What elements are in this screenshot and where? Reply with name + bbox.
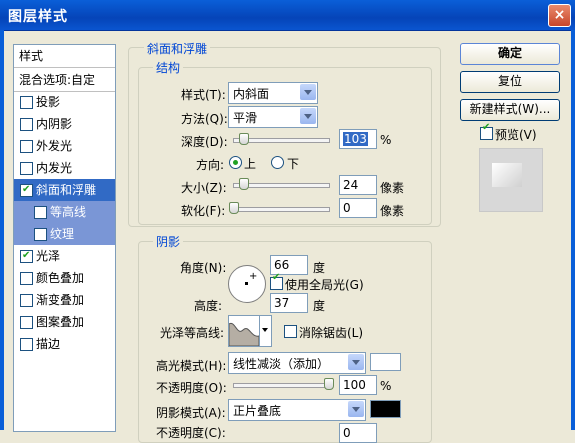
method-label: 方法(Q): xyxy=(181,112,228,126)
highlight-mode-label: 高光模式(H): xyxy=(156,359,227,373)
soften-unit: 像素 xyxy=(380,204,405,218)
shadow-mode-select[interactable]: 正片叠底 xyxy=(228,399,366,421)
new-style-button[interactable]: 新建样式(W)... xyxy=(460,99,560,121)
window-title: 图层样式 xyxy=(8,9,68,25)
list-item-inner-glow[interactable]: 内发光 xyxy=(14,157,115,179)
direction-down-radio[interactable] xyxy=(271,156,284,169)
size-input[interactable]: 24 xyxy=(339,175,377,195)
opacity1-unit: % xyxy=(380,379,392,393)
angle-label: 角度(N): xyxy=(180,261,227,275)
list-item-drop-shadow[interactable]: 投影 xyxy=(14,91,115,113)
texture-checkbox[interactable] xyxy=(34,228,47,241)
size-unit: 像素 xyxy=(380,181,405,195)
altitude-unit: 度 xyxy=(313,299,326,313)
pattern-overlay-checkbox[interactable] xyxy=(20,316,33,329)
inner-shadow-checkbox[interactable] xyxy=(20,118,33,131)
global-light-checkbox[interactable] xyxy=(270,272,283,290)
dial-center xyxy=(245,282,248,285)
highlight-mode-select[interactable]: 线性减淡（添加） xyxy=(228,352,366,374)
window-border-right xyxy=(571,30,575,430)
stroke-checkbox[interactable] xyxy=(20,338,33,351)
color-overlay-checkbox[interactable] xyxy=(20,272,33,285)
outer-glow-checkbox[interactable] xyxy=(20,140,33,153)
soften-slider-thumb[interactable] xyxy=(229,202,239,214)
gloss-contour-dropdown[interactable] xyxy=(259,315,272,347)
chevron-down-icon xyxy=(300,108,316,124)
depth-unit: % xyxy=(380,133,392,147)
list-item-gradient-overlay[interactable]: 渐变叠加 xyxy=(14,289,115,311)
dial-crosshair-icon: + xyxy=(249,271,258,282)
chevron-down-icon xyxy=(262,328,268,332)
angle-unit: 度 xyxy=(313,261,326,275)
depth-slider-thumb[interactable] xyxy=(239,133,249,145)
method-select[interactable]: 平滑 xyxy=(228,106,318,128)
opacity1-label: 不透明度(O): xyxy=(156,381,227,395)
gloss-contour-label: 光泽等高线: xyxy=(160,326,225,340)
bevel-group-title: 斜面和浮雕 xyxy=(144,40,211,57)
list-item-contour[interactable]: 等高线 xyxy=(14,201,115,223)
shading-group-title: 阴影 xyxy=(153,233,184,250)
drop-shadow-checkbox[interactable] xyxy=(20,96,33,109)
list-item-outer-glow[interactable]: 外发光 xyxy=(14,135,115,157)
style-list-header[interactable]: 样式 xyxy=(14,45,115,67)
list-item-inner-shadow[interactable]: 内阴影 xyxy=(14,113,115,135)
opacity2-label: 不透明度(C): xyxy=(156,426,226,440)
angle-dial[interactable]: + xyxy=(228,265,266,303)
chevron-down-icon xyxy=(348,354,364,370)
chevron-down-icon xyxy=(300,84,316,100)
soften-input[interactable]: 0 xyxy=(339,198,377,218)
altitude-input[interactable]: 37 xyxy=(270,293,308,313)
list-item-texture[interactable]: 纹理 xyxy=(14,223,115,245)
shadow-mode-label: 阴影模式(A): xyxy=(156,406,226,420)
list-item-stroke[interactable]: 描边 xyxy=(14,333,115,355)
antialias-label: 消除锯齿(L) xyxy=(299,326,364,340)
title-bar: 图层样式 × xyxy=(0,0,575,31)
opacity2-input[interactable]: 0 xyxy=(339,423,377,443)
style-select[interactable]: 内斜面 xyxy=(228,82,318,104)
depth-input[interactable]: 103 xyxy=(339,129,377,149)
style-list: 样式 混合选项:自定 投影 内阴影 外发光 内发光 斜面和浮雕 等高线 纹理 光… xyxy=(13,44,116,432)
bevel-emboss-checkbox[interactable] xyxy=(20,179,33,201)
direction-up-label: 上 xyxy=(244,157,257,171)
list-item-bevel-emboss[interactable]: 斜面和浮雕 xyxy=(14,179,115,201)
soften-label: 软化(F): xyxy=(181,204,226,218)
contour-checkbox[interactable] xyxy=(34,206,47,219)
preview-thumbnail xyxy=(479,148,543,212)
gloss-contour-preview[interactable] xyxy=(228,315,260,347)
chevron-down-icon xyxy=(348,401,364,417)
preview-checkbox[interactable] xyxy=(480,122,493,140)
direction-down-label: 下 xyxy=(287,157,300,171)
opacity1-input[interactable]: 100 xyxy=(339,375,377,395)
window-border-left xyxy=(0,30,4,430)
highlight-color-swatch[interactable] xyxy=(370,353,401,371)
size-label: 大小(Z): xyxy=(181,181,227,195)
structure-group-title: 结构 xyxy=(153,59,184,76)
inner-glow-checkbox[interactable] xyxy=(20,162,33,175)
altitude-label: 高度: xyxy=(194,299,223,313)
style-label: 样式(T): xyxy=(181,88,226,102)
gradient-overlay-checkbox[interactable] xyxy=(20,294,33,307)
opacity1-slider-thumb[interactable] xyxy=(324,378,334,390)
shadow-color-swatch[interactable] xyxy=(370,400,401,418)
blend-options-item[interactable]: 混合选项:自定 xyxy=(14,69,115,91)
soften-slider-track[interactable] xyxy=(233,207,330,212)
size-slider-thumb[interactable] xyxy=(239,178,249,190)
list-item-pattern-overlay[interactable]: 图案叠加 xyxy=(14,311,115,333)
close-button[interactable]: × xyxy=(548,4,571,27)
global-light-label: 使用全局光(G) xyxy=(285,278,364,292)
preview-label: 预览(V) xyxy=(495,128,537,142)
direction-up-radio[interactable] xyxy=(229,156,242,169)
opacity1-slider-track[interactable] xyxy=(233,383,330,388)
antialias-checkbox[interactable] xyxy=(284,325,297,338)
preview-shape xyxy=(492,163,522,187)
satin-checkbox[interactable] xyxy=(20,245,33,267)
list-item-color-overlay[interactable]: 颜色叠加 xyxy=(14,267,115,289)
reset-button[interactable]: 复位 xyxy=(460,71,560,93)
list-item-satin[interactable]: 光泽 xyxy=(14,245,115,267)
direction-label: 方向: xyxy=(196,158,225,172)
ok-button[interactable]: 确定 xyxy=(460,43,560,65)
contour-curve-icon xyxy=(228,322,260,347)
depth-label: 深度(D): xyxy=(181,135,228,149)
